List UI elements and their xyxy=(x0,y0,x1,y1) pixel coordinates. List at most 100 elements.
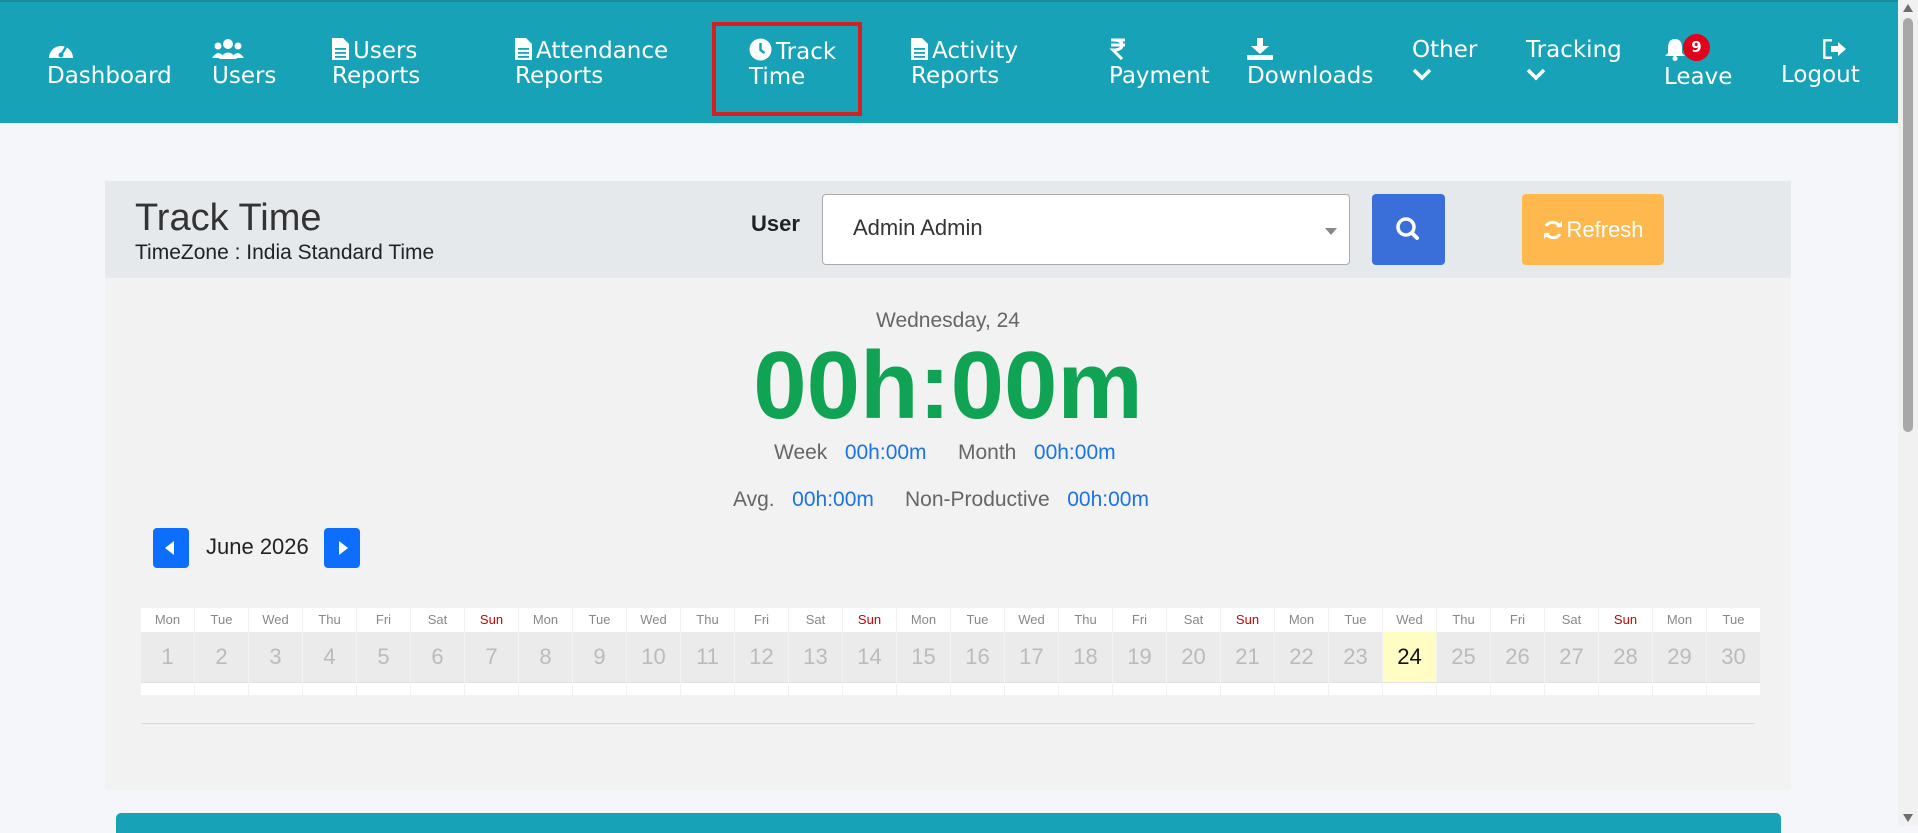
prev-month-button[interactable] xyxy=(153,528,189,568)
calendar-date[interactable]: 30 xyxy=(1707,632,1760,682)
calendar-day[interactable]: Mon 22 xyxy=(1275,608,1328,695)
calendar-day[interactable]: Wed 17 xyxy=(1005,608,1058,695)
nav-tracking-dropdown[interactable]: Tracking xyxy=(1526,38,1622,81)
calendar-day[interactable]: Sun 7 xyxy=(465,608,518,695)
calendar-weekday: Mon xyxy=(1653,608,1706,632)
calendar-weekday: Fri xyxy=(1113,608,1166,632)
calendar-day[interactable]: Wed 24 xyxy=(1383,608,1436,695)
nav-downloads[interactable]: Downloads xyxy=(1247,38,1373,89)
nav-attendance-reports[interactable]: Attendance Reports xyxy=(515,38,668,89)
next-month-button[interactable] xyxy=(324,528,360,568)
calendar-date[interactable]: 16 xyxy=(951,632,1004,682)
calendar-day-footer xyxy=(1545,682,1598,695)
calendar-date[interactable]: 1 xyxy=(141,632,194,682)
calendar-date[interactable]: 3 xyxy=(249,632,302,682)
search-button[interactable] xyxy=(1372,194,1445,265)
calendar-date[interactable]: 4 xyxy=(303,632,356,682)
month-value: 00h:00m xyxy=(1033,441,1116,464)
calendar-date[interactable]: 6 xyxy=(411,632,464,682)
calendar-day[interactable]: Fri 12 xyxy=(735,608,788,695)
bottom-section-header xyxy=(116,813,1781,833)
calendar-day[interactable]: Thu 4 xyxy=(303,608,356,695)
scroll-up-arrow-icon[interactable] xyxy=(1903,4,1913,12)
refresh-button[interactable]: Refresh xyxy=(1522,194,1664,265)
calendar-date[interactable]: 24 xyxy=(1383,632,1436,682)
calendar-date[interactable]: 8 xyxy=(519,632,572,682)
calendar-day[interactable]: Mon 15 xyxy=(897,608,950,695)
calendar-date[interactable]: 5 xyxy=(357,632,410,682)
nav-activity-reports-label2: Reports xyxy=(911,63,1000,89)
calendar-day[interactable]: Mon 1 xyxy=(141,608,194,695)
calendar-date[interactable]: 23 xyxy=(1329,632,1382,682)
calendar-day[interactable]: Mon 8 xyxy=(519,608,572,695)
refresh-icon xyxy=(1544,220,1563,240)
calendar-day[interactable]: Sun 28 xyxy=(1599,608,1652,695)
nav-payment[interactable]: Payment xyxy=(1109,38,1210,89)
calendar-weekday: Wed xyxy=(627,608,680,632)
scroll-down-arrow-icon[interactable] xyxy=(1903,814,1913,822)
calendar-weekday: Mon xyxy=(519,608,572,632)
calendar-date[interactable]: 22 xyxy=(1275,632,1328,682)
calendar-day-footer xyxy=(951,682,1004,695)
calendar-day[interactable]: Thu 25 xyxy=(1437,608,1490,695)
calendar-day[interactable]: Thu 18 xyxy=(1059,608,1112,695)
calendar-day[interactable]: Tue 16 xyxy=(951,608,1004,695)
calendar-date[interactable]: 25 xyxy=(1437,632,1490,682)
nav-logout[interactable]: Logout xyxy=(1781,38,1860,88)
calendar-day[interactable]: Fri 26 xyxy=(1491,608,1544,695)
calendar-date[interactable]: 17 xyxy=(1005,632,1058,682)
calendar-day[interactable]: Sat 6 xyxy=(411,608,464,695)
nav-tracking-label: Tracking xyxy=(1526,37,1622,63)
nav-dashboard[interactable]: Dashboard xyxy=(47,38,172,89)
calendar-date[interactable]: 27 xyxy=(1545,632,1598,682)
calendar-day[interactable]: Sat 27 xyxy=(1545,608,1598,695)
calendar-date[interactable]: 7 xyxy=(465,632,518,682)
calendar-date[interactable]: 11 xyxy=(681,632,734,682)
calendar-date[interactable]: 15 xyxy=(897,632,950,682)
avg-value: 00h:00m xyxy=(792,488,874,511)
calendar-date[interactable]: 21 xyxy=(1221,632,1274,682)
calendar-date[interactable]: 2 xyxy=(195,632,248,682)
calendar-date[interactable]: 29 xyxy=(1653,632,1706,682)
calendar-date[interactable]: 18 xyxy=(1059,632,1112,682)
calendar-day-footer xyxy=(1653,682,1706,695)
nav-activity-reports[interactable]: Activity Reports xyxy=(911,38,1018,89)
calendar-day[interactable]: Wed 10 xyxy=(627,608,680,695)
calendar-date[interactable]: 9 xyxy=(573,632,626,682)
calendar-day[interactable]: Tue 9 xyxy=(573,608,626,695)
nav-users-reports[interactable]: Users Reports xyxy=(332,38,420,89)
calendar-day[interactable]: Tue 30 xyxy=(1707,608,1760,695)
scrollbar-thumb[interactable] xyxy=(1903,18,1913,432)
user-select[interactable]: Admin Admin xyxy=(822,194,1350,265)
calendar-day[interactable]: Thu 11 xyxy=(681,608,734,695)
calendar-date[interactable]: 13 xyxy=(789,632,842,682)
calendar-weekday: Mon xyxy=(141,608,194,632)
nav-users[interactable]: Users xyxy=(212,38,276,89)
calendar-date[interactable]: 12 xyxy=(735,632,788,682)
calendar-date[interactable]: 14 xyxy=(843,632,896,682)
calendar-date[interactable]: 10 xyxy=(627,632,680,682)
calendar-day[interactable]: Sat 13 xyxy=(789,608,842,695)
calendar-day-footer xyxy=(141,682,194,695)
calendar-date[interactable]: 19 xyxy=(1113,632,1166,682)
calendar-weekday: Fri xyxy=(735,608,788,632)
nav-other-dropdown[interactable]: Other xyxy=(1412,38,1477,81)
calendar-day[interactable]: Wed 3 xyxy=(249,608,302,695)
selected-day-label: Wednesday, 24 xyxy=(876,309,1020,332)
calendar-date[interactable]: 26 xyxy=(1491,632,1544,682)
calendar-day[interactable]: Tue 23 xyxy=(1329,608,1382,695)
calendar-day[interactable]: Sat 20 xyxy=(1167,608,1220,695)
page-scrollbar[interactable] xyxy=(1898,0,1918,826)
calendar-weekday: Sat xyxy=(1167,608,1220,632)
calendar-day[interactable]: Fri 5 xyxy=(357,608,410,695)
calendar-day[interactable]: Sun 21 xyxy=(1221,608,1274,695)
calendar-day[interactable]: Fri 19 xyxy=(1113,608,1166,695)
calendar-day[interactable]: Mon 29 xyxy=(1653,608,1706,695)
calendar-day[interactable]: Sun 14 xyxy=(843,608,896,695)
calendar-day[interactable]: Tue 2 xyxy=(195,608,248,695)
nav-leave-label: Leave xyxy=(1664,64,1733,90)
nav-payment-label: Payment xyxy=(1109,63,1210,89)
calendar-date[interactable]: 28 xyxy=(1599,632,1652,682)
calendar-date[interactable]: 20 xyxy=(1167,632,1220,682)
avg-label: Avg. xyxy=(733,488,775,511)
